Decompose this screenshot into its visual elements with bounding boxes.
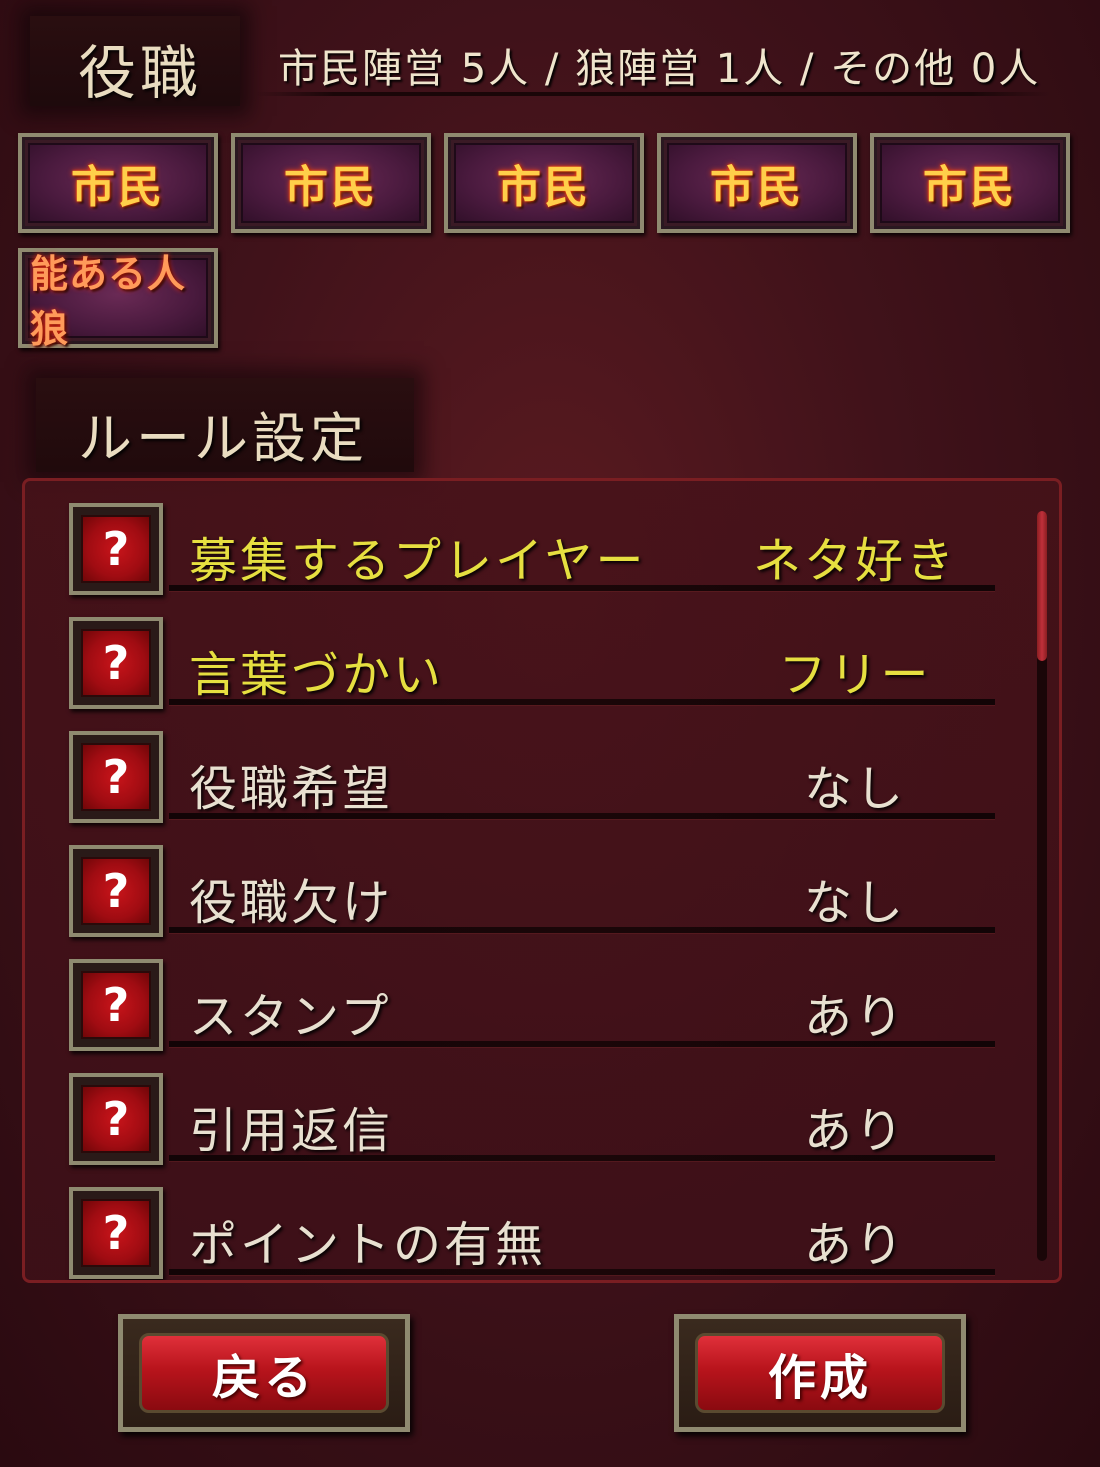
rule-row-quote-reply[interactable]: ? 引用返信 あり: [65, 1051, 1015, 1165]
help-button[interactable]: ?: [69, 845, 163, 937]
question-mark-icon: ?: [81, 857, 151, 925]
row-divider: [169, 813, 995, 819]
header: 役職 市民陣営 5人 / 狼陣営 1人 / その他 0人: [0, 0, 1100, 110]
rule-row-recruit[interactable]: ? 募集するプレイヤー ネタ好き: [65, 481, 1015, 595]
help-button[interactable]: ?: [69, 959, 163, 1051]
question-mark-icon: ?: [81, 629, 151, 697]
page-title: 役職: [78, 39, 203, 107]
summary-divider: [255, 92, 1050, 96]
rule-label: ポイントの有無: [189, 1217, 547, 1273]
rule-label: 言葉づかい: [189, 647, 445, 703]
rule-row-language[interactable]: ? 言葉づかい フリー: [65, 595, 1015, 709]
help-button[interactable]: ?: [69, 617, 163, 709]
rule-label: 募集するプレイヤー: [189, 533, 647, 589]
role-label: 市民: [71, 162, 165, 213]
rule-value[interactable]: あり: [685, 1205, 1025, 1275]
rule-row-role-missing[interactable]: ? 役職欠け なし: [65, 823, 1015, 937]
rule-value[interactable]: ネタ好き: [685, 521, 1025, 591]
rule-value[interactable]: あり: [685, 1091, 1025, 1161]
rule-value[interactable]: なし: [685, 749, 1025, 819]
row-divider: [169, 1041, 995, 1047]
question-mark-icon: ?: [81, 743, 151, 811]
help-button[interactable]: ?: [69, 1187, 163, 1279]
rule-label: 引用返信: [189, 1103, 394, 1159]
role-button-citizen[interactable]: 市民: [18, 133, 218, 233]
help-button[interactable]: ?: [69, 503, 163, 595]
rule-label: 役職欠け: [189, 875, 394, 931]
question-mark-icon: ?: [81, 1199, 151, 1267]
role-button-wolf[interactable]: 能ある人狼: [18, 248, 218, 351]
role-label: 市民: [923, 162, 1017, 213]
role-button-citizen[interactable]: 市民: [444, 133, 644, 233]
faction-summary: 市民陣営 5人 / 狼陣営 1人 / その他 0人: [278, 46, 1041, 92]
back-button[interactable]: 戻る: [118, 1314, 410, 1432]
row-divider: [169, 699, 995, 705]
rule-row-stamp[interactable]: ? スタンプ あり: [65, 937, 1015, 1051]
back-button-label: 戻る: [211, 1350, 316, 1406]
question-mark-icon: ?: [81, 1085, 151, 1153]
role-label: 能ある人狼: [30, 252, 187, 351]
create-button[interactable]: 作成: [674, 1314, 966, 1432]
role-button-citizen[interactable]: 市民: [231, 133, 431, 233]
rules-list-panel[interactable]: ? 募集するプレイヤー ネタ好き ? 言葉づかい フリー ? 役職希望 なし ?…: [22, 478, 1062, 1283]
rule-label: 役職希望: [189, 761, 394, 817]
question-mark-icon: ?: [81, 515, 151, 583]
role-button-citizen[interactable]: 市民: [657, 133, 857, 233]
rule-value[interactable]: フリー: [685, 635, 1025, 705]
rule-row-role-request[interactable]: ? 役職希望 なし: [65, 709, 1015, 823]
rule-value[interactable]: なし: [685, 863, 1025, 933]
row-divider: [169, 585, 995, 591]
rule-value[interactable]: あり: [685, 977, 1025, 1047]
rules-title: ルール設定: [78, 407, 368, 470]
help-button[interactable]: ?: [69, 731, 163, 823]
row-divider: [169, 1155, 995, 1161]
question-mark-icon: ?: [81, 971, 151, 1039]
help-button[interactable]: ?: [69, 1073, 163, 1165]
role-button-citizen[interactable]: 市民: [870, 133, 1070, 233]
scrollbar-thumb[interactable]: [1037, 511, 1047, 661]
role-label: 市民: [497, 162, 591, 213]
rule-row-points[interactable]: ? ポイントの有無 あり: [65, 1165, 1015, 1279]
row-divider: [169, 1269, 995, 1275]
role-label: 市民: [710, 162, 804, 213]
create-button-label: 作成: [767, 1350, 872, 1406]
row-divider: [169, 927, 995, 933]
scrollbar[interactable]: [1037, 511, 1047, 1261]
role-label: 市民: [284, 162, 378, 213]
rule-label: スタンプ: [189, 989, 392, 1045]
